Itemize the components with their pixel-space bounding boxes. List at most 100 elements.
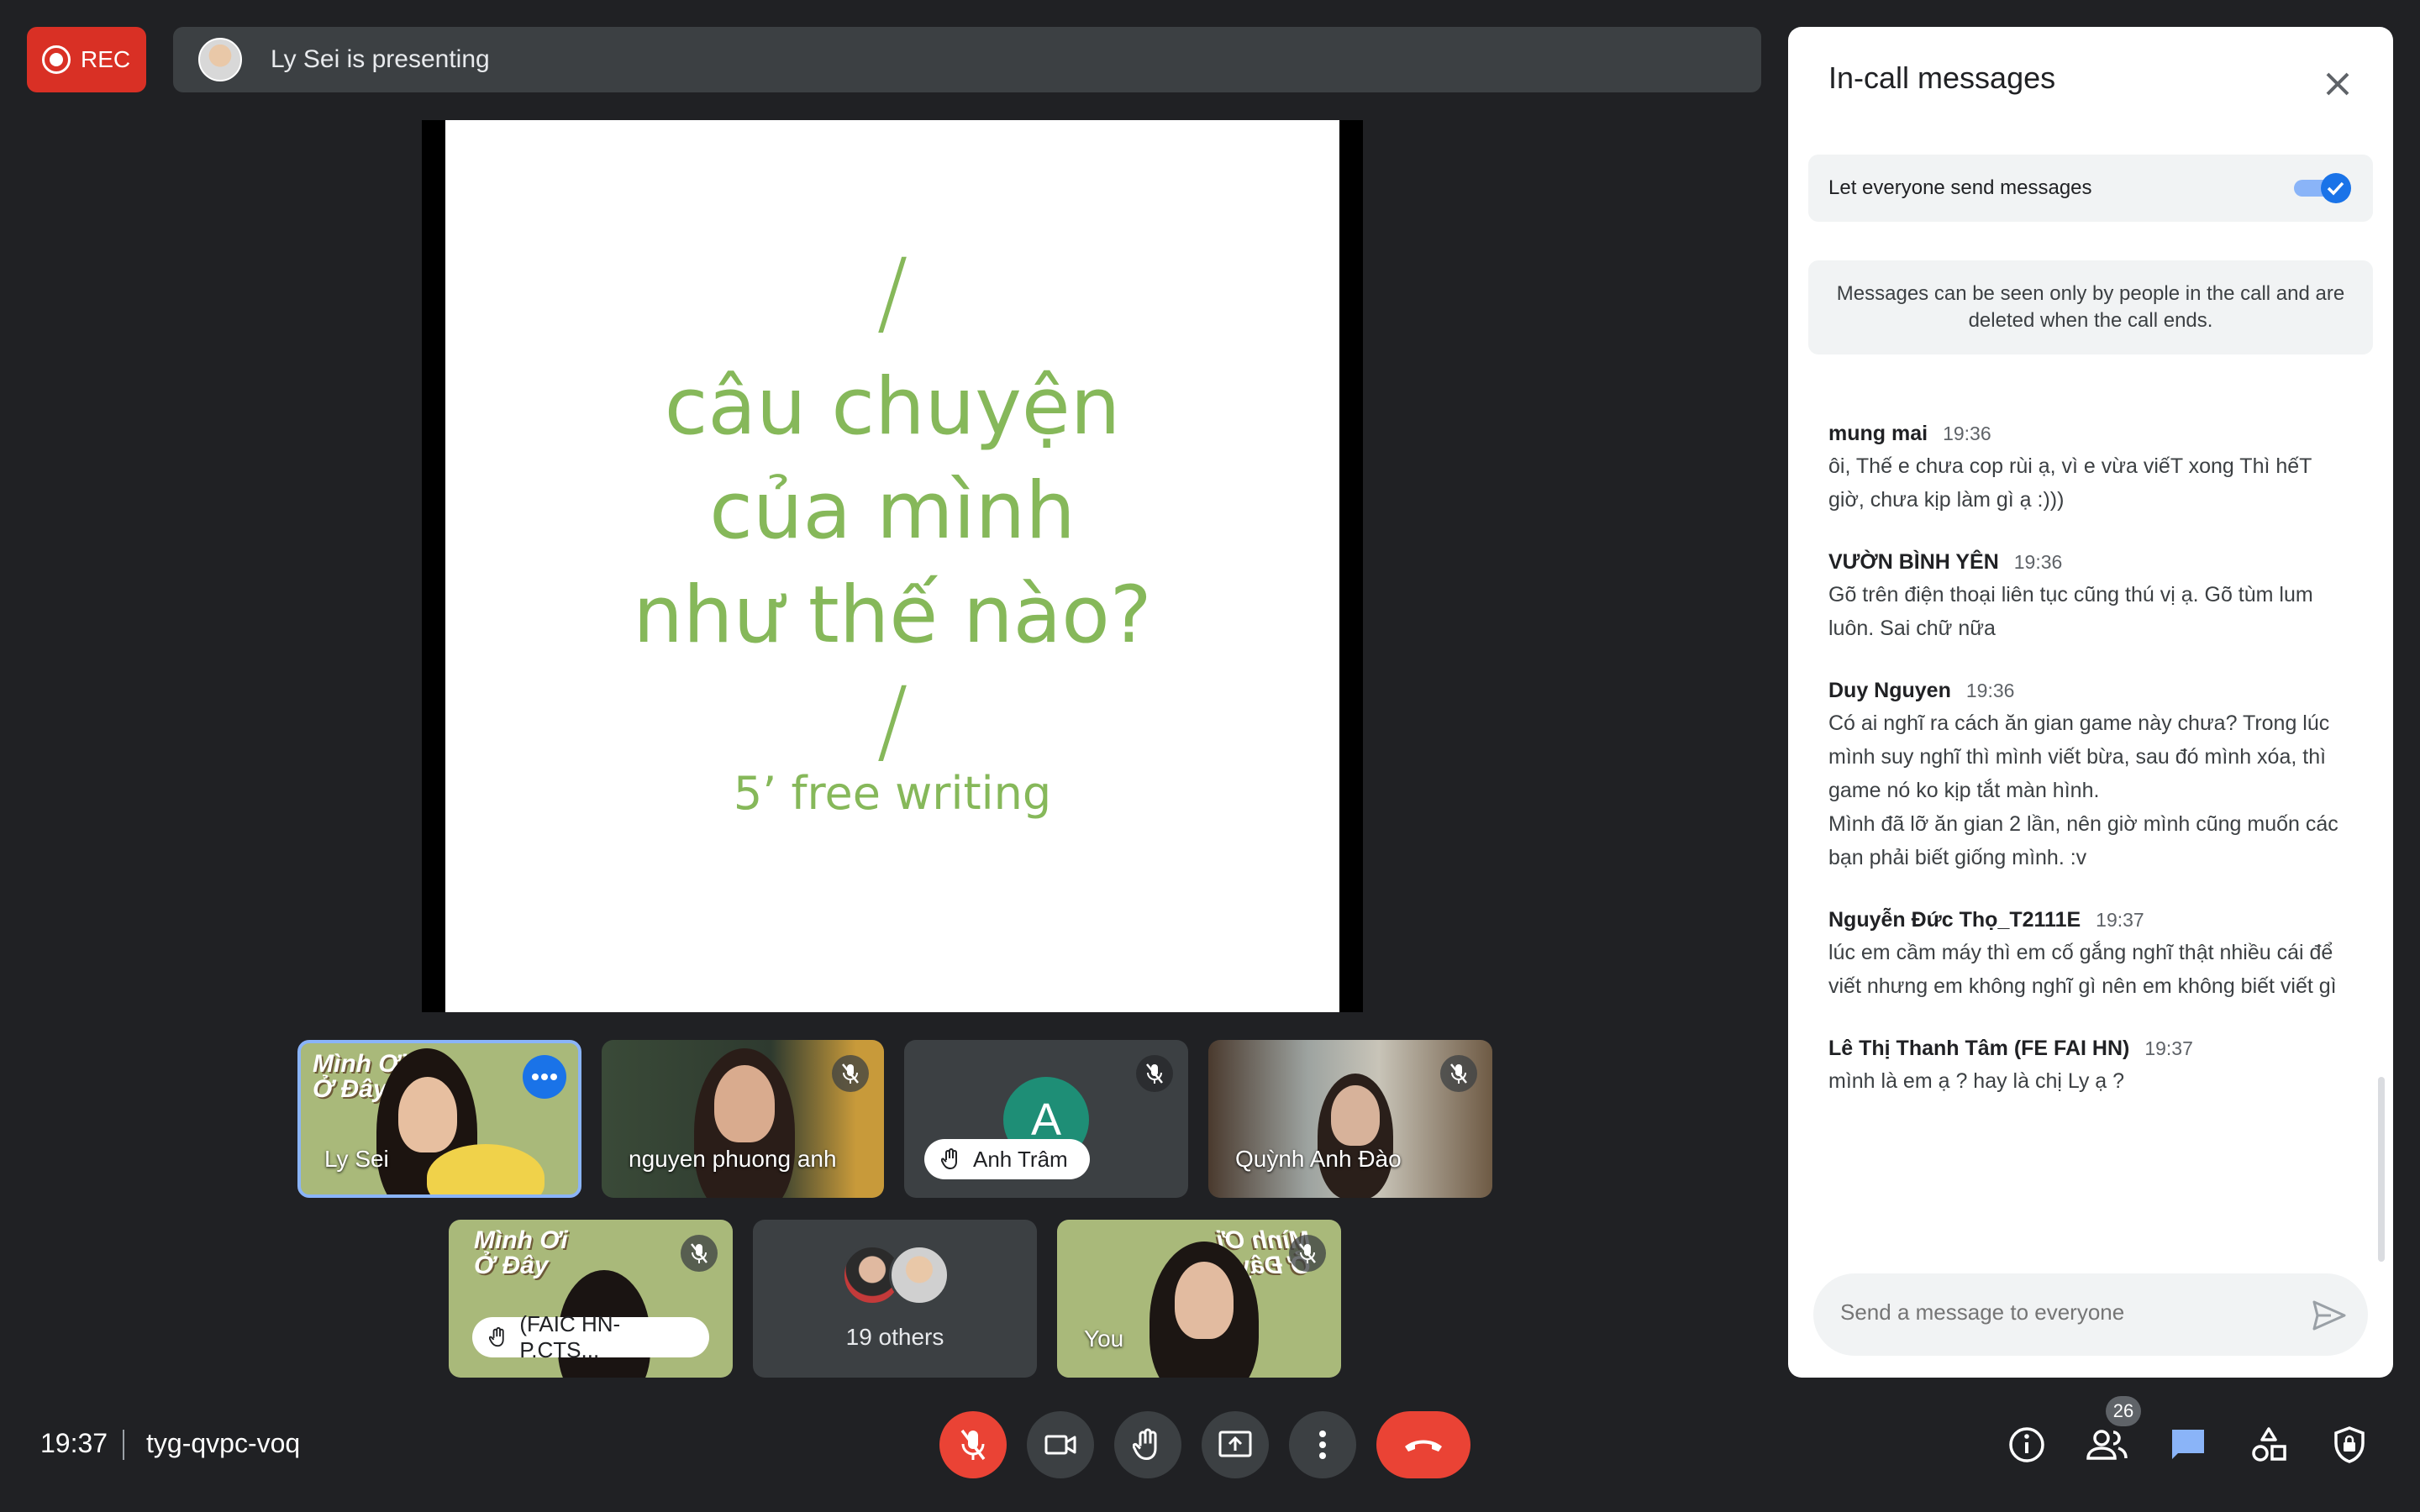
participant-tile-others[interactable]: 19 others bbox=[753, 1220, 1037, 1378]
present-button[interactable] bbox=[1202, 1411, 1269, 1478]
message-time: 19:36 bbox=[2013, 551, 2063, 573]
participant-name: nguyen phuong anh bbox=[629, 1146, 837, 1172]
camera-button[interactable] bbox=[1027, 1411, 1094, 1478]
raised-hand-chip: (FAIC HN-P.CTS... bbox=[472, 1311, 709, 1362]
raise-hand-icon bbox=[941, 1148, 957, 1170]
participant-name: (FAIC HN-P.CTS... bbox=[519, 1311, 621, 1362]
message-text: lúc em cầm máy thì em cố gắng nghĩ thật … bbox=[1828, 941, 2337, 998]
message-sender: Duy Nguyen bbox=[1828, 679, 1951, 702]
current-time: 19:37 bbox=[40, 1428, 108, 1458]
message-time: 19:37 bbox=[2144, 1037, 2193, 1059]
message-item: VƯỜN BÌNH YÊN 19:36 Gõ trên điện thoại li… bbox=[1828, 550, 2349, 645]
send-icon[interactable] bbox=[2311, 1297, 2348, 1334]
participant-tile-nguyen-phuong-anh[interactable]: nguyen phuong anh bbox=[602, 1040, 884, 1198]
message-text: Có ai nghĩ ra cách ăn gian game này chưa… bbox=[1828, 711, 2338, 869]
slide-slash-bottom: / bbox=[876, 667, 908, 774]
people-button[interactable] bbox=[2086, 1423, 2129, 1467]
participant-tile-faic-hn[interactable]: Mình Ơi Ở Đây (FAIC HN-P.CTS... bbox=[449, 1220, 733, 1378]
leave-call-button[interactable] bbox=[1376, 1411, 1470, 1478]
more-options-button[interactable] bbox=[1289, 1411, 1356, 1478]
message-time: 19:36 bbox=[1943, 423, 1991, 444]
meeting-details-button[interactable] bbox=[2005, 1423, 2049, 1467]
participant-name: Anh Trâm bbox=[973, 1146, 1068, 1172]
participant-tile-ly-sei[interactable]: Mình Ơi Ở Đây Ly Sei bbox=[297, 1040, 581, 1198]
mic-off-icon bbox=[1136, 1055, 1173, 1092]
participant-name: You bbox=[1084, 1326, 1124, 1352]
participant-name: Quỳnh Anh Đào bbox=[1235, 1146, 1402, 1172]
message-list: mung mai 19:36 ôi, Thế e chưa cop rùi ạ, … bbox=[1828, 422, 2349, 1131]
slide-line-1: câu chuyện bbox=[664, 361, 1121, 453]
info-icon bbox=[2009, 1427, 2044, 1462]
presenter-avatar bbox=[198, 38, 242, 81]
record-icon bbox=[42, 45, 71, 74]
chat-icon bbox=[2172, 1430, 2204, 1459]
participant-face bbox=[1331, 1085, 1380, 1146]
participant-face bbox=[398, 1077, 457, 1152]
messages-info: Messages can be seen only by people in t… bbox=[1808, 260, 2373, 354]
message-item: mung mai 19:36 ôi, Thế e chưa cop rùi ạ, … bbox=[1828, 422, 2349, 517]
message-text: mình là em ạ ? hay là chị Ly ạ ? bbox=[1828, 1069, 2125, 1093]
message-text: ôi, Thế e chưa cop rùi ạ, vì e vừa viếT … bbox=[1828, 454, 2312, 512]
presenting-text: Ly Sei is presenting bbox=[271, 45, 490, 73]
message-sender: Nguyễn Đức Thọ_T2111E bbox=[1828, 908, 2081, 932]
let-everyone-send-row: Let everyone send messages bbox=[1808, 155, 2373, 222]
mic-off-icon bbox=[681, 1235, 718, 1272]
panel-title: In-call messages bbox=[1828, 60, 2056, 95]
participant-tile-you[interactable]: Mình Ơi Ở Đây You bbox=[1057, 1220, 1341, 1378]
present-screen-icon bbox=[1218, 1431, 1252, 1457]
message-input[interactable] bbox=[1839, 1299, 2296, 1326]
message-time: 19:37 bbox=[2096, 909, 2144, 931]
mic-off-icon bbox=[1289, 1235, 1326, 1272]
participant-tile-quynh-anh-dao[interactable]: Quỳnh Anh Đào bbox=[1208, 1040, 1492, 1198]
message-sender: Lê Thị Thanh Tâm (FE FAI HN) bbox=[1828, 1037, 2130, 1060]
hang-up-icon bbox=[1405, 1440, 1442, 1452]
microphone-button[interactable] bbox=[939, 1411, 1007, 1478]
raise-hand-button[interactable] bbox=[1114, 1411, 1181, 1478]
message-sender: VƯỜN BÌNH YÊN bbox=[1828, 550, 1999, 574]
message-item: Lê Thị Thanh Tâm (FE FAI HN) 19:37 mình l… bbox=[1828, 1037, 2349, 1098]
slide-subtitle: 5’ free writing bbox=[733, 767, 1052, 820]
slide-line-2: của mình bbox=[709, 465, 1076, 557]
participant-tile-anh-tram[interactable]: A Anh Trâm bbox=[904, 1040, 1188, 1198]
close-icon[interactable] bbox=[2317, 64, 2358, 104]
raised-hand-chip: Anh Trâm bbox=[924, 1139, 1090, 1179]
poster-text: Mình Ơi Ở Đây bbox=[474, 1226, 568, 1279]
slide-slash-top: / bbox=[876, 239, 908, 346]
presenting-banner: Ly Sei is presenting bbox=[173, 27, 1761, 92]
raise-hand-icon bbox=[1133, 1428, 1157, 1461]
meeting-code: tyg-qvpc-voq bbox=[146, 1428, 301, 1458]
raise-hand-icon bbox=[489, 1326, 504, 1347]
message-item: Duy Nguyen 19:36 Có ai nghĩ ra cách ăn gi… bbox=[1828, 679, 2349, 874]
mic-off-icon bbox=[1440, 1055, 1477, 1092]
messages-scrollbar[interactable] bbox=[2378, 1077, 2385, 1262]
chat-button[interactable] bbox=[2166, 1423, 2210, 1467]
message-sender: mung mai bbox=[1828, 422, 1928, 445]
others-avatar-2 bbox=[889, 1245, 950, 1305]
rec-label: REC bbox=[81, 46, 131, 72]
participants-count-badge: 26 bbox=[2106, 1396, 2141, 1426]
message-text: Gõ trên điện thoại liên tục cũng thú vị … bbox=[1828, 583, 2313, 640]
bottom-divider bbox=[123, 1430, 124, 1460]
people-icon bbox=[2086, 1430, 2128, 1460]
mic-off-icon bbox=[960, 1429, 986, 1461]
send-message-box bbox=[1813, 1273, 2368, 1356]
message-time: 19:36 bbox=[1965, 680, 2015, 701]
recording-indicator: REC bbox=[27, 27, 146, 92]
mic-off-icon bbox=[832, 1055, 869, 1092]
in-call-messages-panel: In-call messages Let everyone send messa… bbox=[1788, 27, 2393, 1378]
camera-icon bbox=[1044, 1435, 1076, 1455]
slide-line-3: như thế nào? bbox=[633, 570, 1152, 661]
host-controls-button[interactable] bbox=[2328, 1423, 2371, 1467]
message-item: Nguyễn Đức Thọ_T2111E 19:37 lúc em cầm má… bbox=[1828, 908, 2349, 1003]
others-label: 19 others bbox=[845, 1324, 944, 1350]
activities-button[interactable] bbox=[2247, 1423, 2291, 1467]
presentation-slide: / câu chuyện của mình như thế nào? / 5’ … bbox=[445, 120, 1339, 1012]
more-options-icon[interactable] bbox=[523, 1055, 566, 1099]
shield-lock-icon bbox=[2334, 1426, 2365, 1463]
more-vertical-icon bbox=[1319, 1431, 1326, 1459]
participant-face bbox=[1175, 1262, 1234, 1339]
send-messages-toggle[interactable] bbox=[2294, 173, 2353, 203]
activities-icon bbox=[2252, 1427, 2286, 1462]
participant-face bbox=[714, 1065, 775, 1142]
toggle-label: Let everyone send messages bbox=[1828, 176, 2092, 199]
